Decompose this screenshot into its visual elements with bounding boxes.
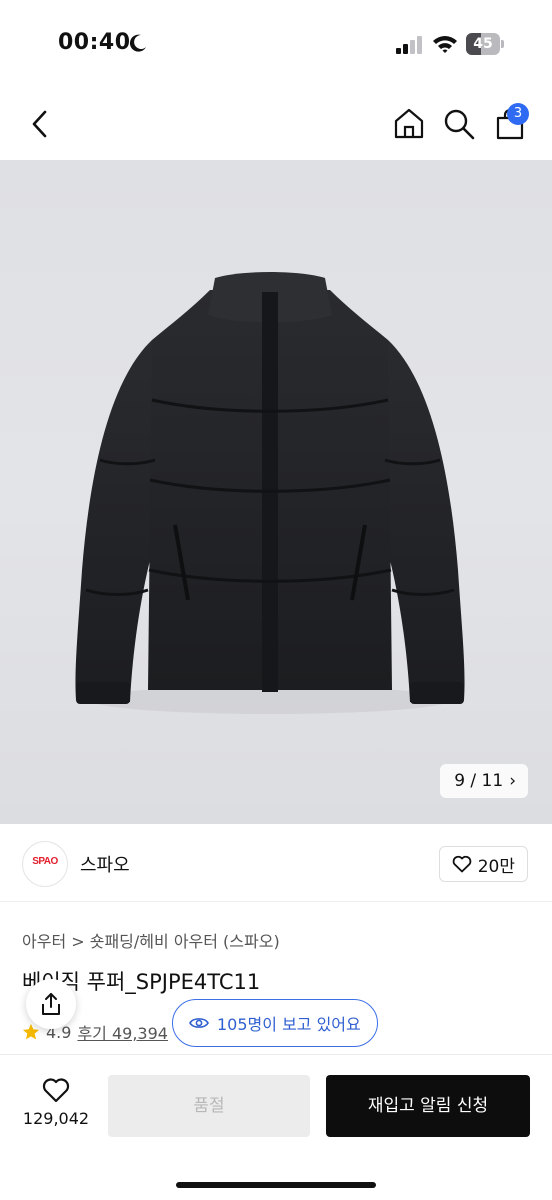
search-icon[interactable] xyxy=(443,108,475,140)
brand-logo[interactable]: SPAO xyxy=(22,841,68,887)
home-icon[interactable] xyxy=(392,106,426,140)
wishlist-count: 129,042 xyxy=(22,1109,90,1128)
back-icon[interactable] xyxy=(28,108,52,140)
status-bar: 00:40 45 xyxy=(0,0,552,88)
battery-cap xyxy=(501,40,504,48)
moon-icon xyxy=(129,34,146,52)
eye-icon xyxy=(189,1018,209,1028)
wifi-icon xyxy=(433,36,457,53)
brand-like-count: 20만 xyxy=(477,856,515,877)
review-link[interactable]: 후기 49,394 xyxy=(77,1020,168,1044)
brand-logo-text: SPAO xyxy=(32,856,58,867)
home-indicator xyxy=(176,1182,376,1188)
brand-row[interactable]: SPAO 스파오 20만 xyxy=(0,824,552,902)
image-counter-text: 9 / 11 xyxy=(454,771,504,791)
viewers-text: 105명이 보고 있어요 xyxy=(217,1015,361,1034)
soldout-button: 품절 xyxy=(108,1075,310,1137)
brand-name[interactable]: 스파오 xyxy=(80,851,130,877)
top-nav xyxy=(0,88,552,160)
heart-icon xyxy=(452,855,472,873)
restock-alert-button[interactable]: 재입고 알림 신청 xyxy=(326,1075,530,1137)
cart-count-badge: 3 xyxy=(507,103,529,125)
share-button[interactable] xyxy=(26,979,76,1029)
status-time: 00:40 xyxy=(58,30,131,55)
viewers-pill: 105명이 보고 있어요 xyxy=(172,999,378,1047)
breadcrumb[interactable]: 아우터 > 숏패딩/헤비 아우터 (스파오) xyxy=(22,928,280,952)
battery-level: 45 xyxy=(473,36,493,52)
battery-indicator: 45 xyxy=(466,33,504,55)
bottom-action-bar: 129,042 품절 재입고 알림 신청 xyxy=(0,1054,552,1200)
star-icon xyxy=(22,1023,40,1040)
brand-like-button[interactable]: 20만 xyxy=(438,846,528,882)
chevron-right-icon: › xyxy=(509,771,516,791)
share-icon xyxy=(42,993,60,1015)
product-image-puffer-jacket xyxy=(75,272,465,714)
wishlist-heart-icon[interactable] xyxy=(42,1077,70,1103)
signal-icon xyxy=(396,36,422,54)
product-image-gallery[interactable]: 9 / 11 › xyxy=(0,160,552,824)
image-counter[interactable]: 9 / 11 › xyxy=(440,764,528,798)
